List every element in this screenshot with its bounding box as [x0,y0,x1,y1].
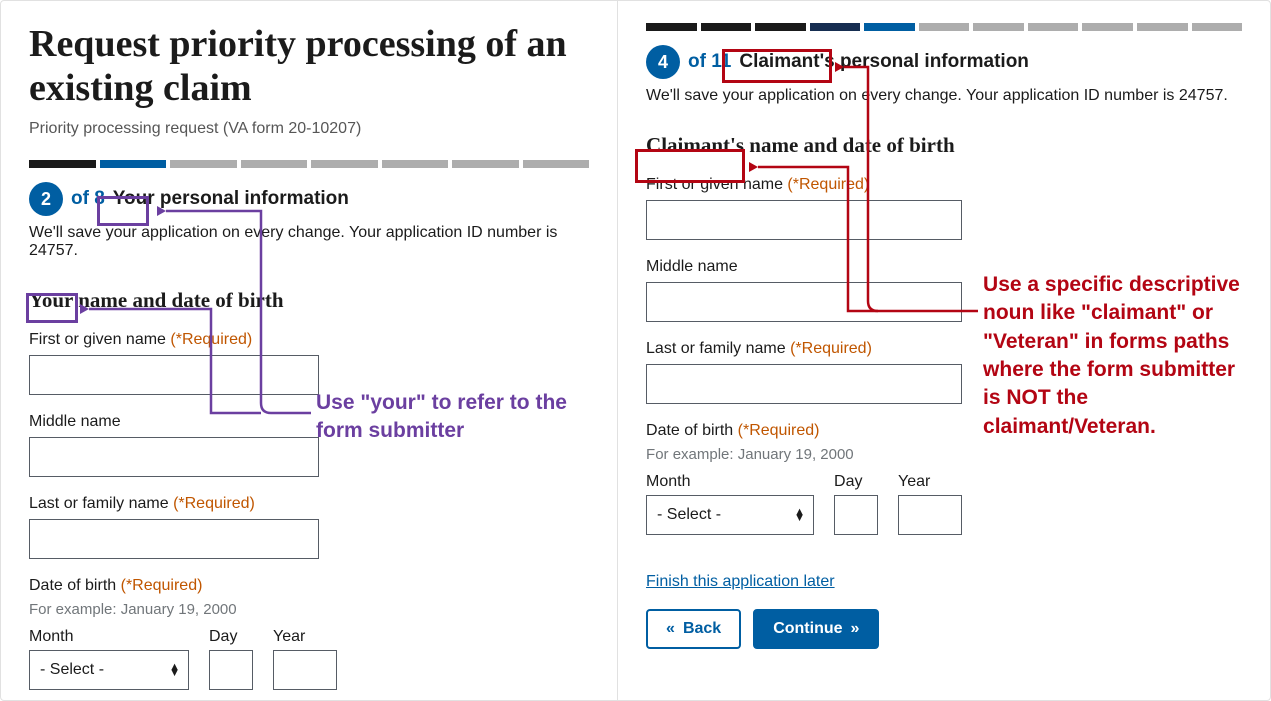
left-pane: Request priority processing of an existi… [1,1,618,700]
first-name-label: First or given name [646,176,783,193]
back-button[interactable]: « Back [646,609,741,649]
first-name-input[interactable] [29,355,319,395]
dob-field: Date of birth (*Required) For example: J… [646,422,1242,535]
right-pane: 4 of 11 Claimant's personal information … [618,1,1270,700]
step-number: 4 [646,45,680,79]
year-label: Year [898,473,962,491]
middle-name-input[interactable] [29,437,319,477]
month-select[interactable]: - Select - ▲▼ [646,495,814,535]
step-indicator: 4 of 11 Claimant's personal information [646,45,1242,79]
progress-bar [646,23,1242,31]
step-indicator: 2 of 8 Your personal information [29,182,589,216]
month-label: Month [646,473,814,491]
month-placeholder: - Select - [657,506,721,524]
first-name-label: First or given name [29,331,166,348]
progress-bar [29,160,589,168]
step-title: Your personal information [113,188,349,210]
required-indicator: (*Required) [738,422,820,439]
month-label: Month [29,628,189,646]
autosave-note: We'll save your application on every cha… [29,224,589,260]
first-name-field: First or given name (*Required) [29,331,589,395]
dob-hint: For example: January 19, 2000 [29,601,589,618]
middle-name-label: Middle name [646,258,1242,276]
chevron-updown-icon: ▲▼ [794,509,805,521]
step-of-text: of 8 [71,188,105,210]
last-name-input[interactable] [29,519,319,559]
back-button-label: Back [683,620,721,638]
year-label: Year [273,628,337,646]
required-indicator: (*Required) [787,176,869,193]
dob-hint: For example: January 19, 2000 [646,446,1242,463]
month-placeholder: - Select - [40,661,104,679]
last-name-label: Last or family name [29,495,169,512]
month-select[interactable]: - Select - ▲▼ [29,650,189,690]
first-name-field: First or given name (*Required) [646,176,1242,240]
first-name-input[interactable] [646,200,962,240]
chevron-left-icon: « [666,620,675,638]
dob-field: Date of birth (*Required) For example: J… [29,577,589,690]
dob-label: Date of birth [646,422,733,439]
section-heading: Claimant's name and date of birth [646,133,1242,158]
day-label: Day [209,628,253,646]
continue-button-label: Continue [773,620,842,638]
continue-button[interactable]: Continue » [753,609,879,649]
step-number: 2 [29,182,63,216]
middle-name-input[interactable] [646,282,962,322]
chevron-updown-icon: ▲▼ [169,664,180,676]
last-name-field: Last or family name (*Required) [29,495,589,559]
chevron-right-icon: » [851,620,860,638]
required-indicator: (*Required) [121,577,203,594]
section-heading: Your name and date of birth [29,288,589,313]
step-title: Claimant's personal information [739,51,1029,73]
autosave-note: We'll save your application on every cha… [646,87,1242,105]
required-indicator: (*Required) [170,331,252,348]
last-name-label: Last or family name [646,340,786,357]
button-row: « Back Continue » [646,609,1242,649]
step-of-text: of 11 [688,51,731,73]
page-title: Request priority processing of an existi… [29,23,589,110]
required-indicator: (*Required) [790,340,872,357]
day-input[interactable] [209,650,253,690]
middle-name-field: Middle name [646,258,1242,322]
last-name-input[interactable] [646,364,962,404]
last-name-field: Last or family name (*Required) [646,340,1242,404]
middle-name-field: Middle name [29,413,589,477]
year-input[interactable] [898,495,962,535]
middle-name-label: Middle name [29,413,589,431]
day-input[interactable] [834,495,878,535]
day-label: Day [834,473,878,491]
dob-label: Date of birth [29,577,116,594]
year-input[interactable] [273,650,337,690]
required-indicator: (*Required) [173,495,255,512]
finish-later-link[interactable]: Finish this application later [646,573,835,591]
page-subtitle: Priority processing request (VA form 20-… [29,120,589,138]
